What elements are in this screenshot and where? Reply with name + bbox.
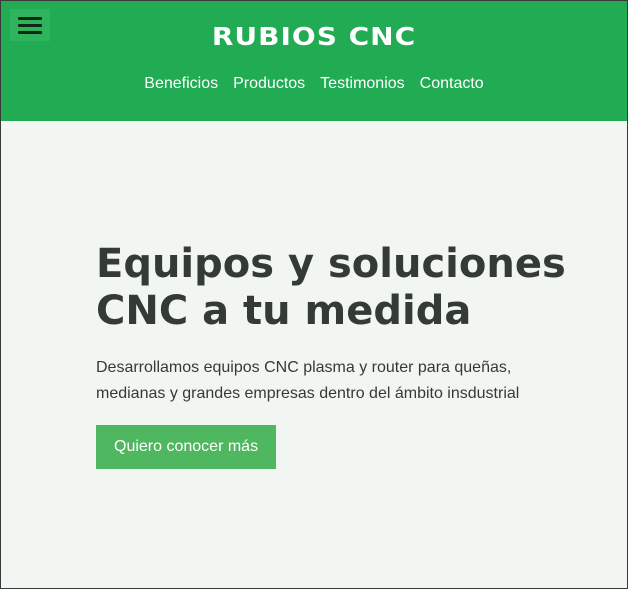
nav-link-beneficios[interactable]: Beneficios [144,74,218,94]
nav-link-testimonios[interactable]: Testimonios [320,74,404,94]
brand-logo[interactable]: RUBIOS CNC [1,22,627,52]
cta-button[interactable]: Quiero conocer más [96,425,277,469]
main-nav: Beneficios Productos Testimonios Contact… [1,74,627,94]
hero-title: Equipos y soluciones CNC a tu medida [96,241,566,335]
hero-description: Desarrollamos equipos CNC plasma y route… [96,359,520,402]
site-header: RUBIOS CNC Beneficios Productos Testimon… [1,1,627,121]
nav-link-productos[interactable]: Productos [233,74,305,94]
hamburger-line [18,16,42,20]
hero-title-line-2: CNC a tu medida [96,288,472,334]
nav-link-contacto[interactable]: Contacto [420,74,484,94]
hero-title-line-1: Equipos y soluciones [96,241,566,287]
hero-section: Equipos y soluciones CNC a tu medida Des… [96,241,566,469]
